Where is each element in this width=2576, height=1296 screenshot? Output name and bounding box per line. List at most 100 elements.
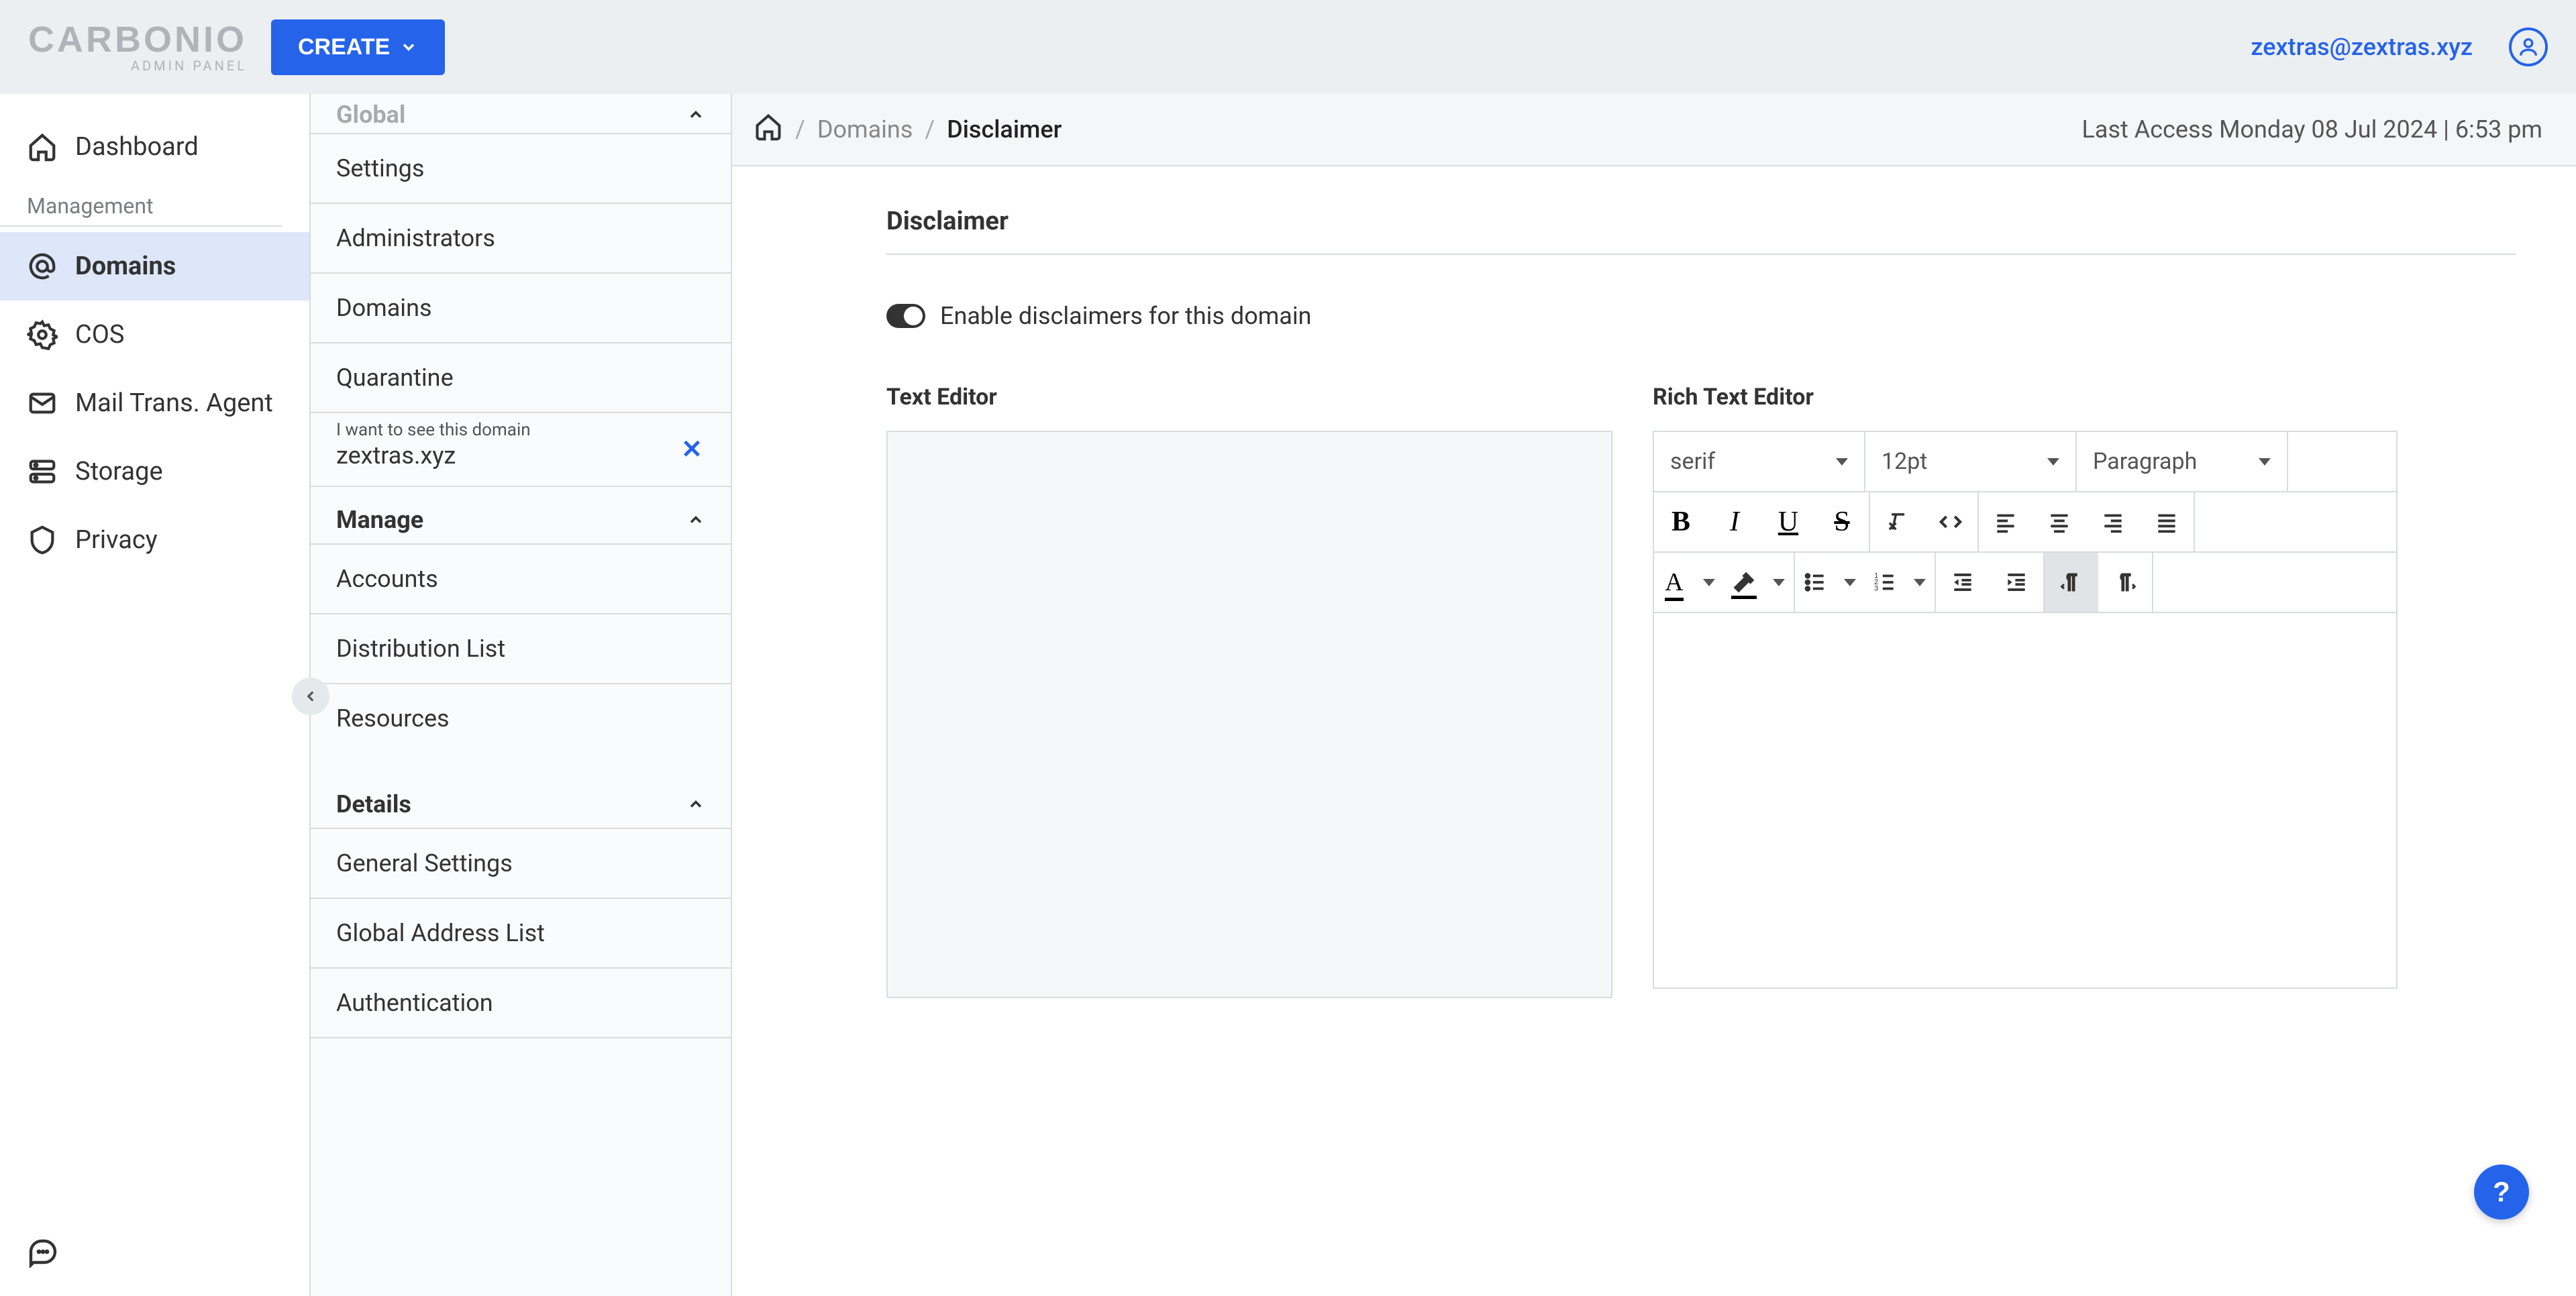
rte-group-inline: B I U S — [1654, 492, 1870, 551]
nav-label: COS — [75, 320, 124, 349]
nav-item-dashboard[interactable]: Dashboard — [0, 113, 309, 181]
rte-row-format: B I U S — [1654, 492, 2396, 553]
text-color-split: A — [1654, 553, 1724, 612]
breadcrumb-parent[interactable]: Domains — [817, 115, 913, 144]
strikethrough-button[interactable]: S — [1815, 492, 1869, 551]
gear-icon — [27, 319, 58, 350]
rte-group-color: A — [1654, 553, 1795, 612]
text-color-menu[interactable] — [1694, 553, 1724, 612]
bullet-list-icon — [1802, 570, 1828, 595]
nav-section-management: Management — [0, 181, 282, 227]
nav-item-cos[interactable]: COS — [0, 301, 309, 369]
code-button[interactable] — [1924, 492, 1977, 551]
outdent-icon — [1950, 570, 1975, 595]
rte-group-indent — [1936, 553, 2045, 612]
text-editor-input[interactable] — [886, 431, 1612, 998]
breadcrumb-home[interactable] — [754, 112, 783, 148]
user-avatar[interactable] — [2509, 28, 2548, 66]
align-left-button[interactable] — [1979, 492, 2032, 551]
subnav-item-gal[interactable]: Global Address List — [311, 899, 731, 969]
chevron-down-icon — [2259, 458, 2271, 466]
feedback-button[interactable] — [27, 1236, 59, 1268]
primary-nav: Dashboard Management Domains COS Mail Tr… — [0, 94, 311, 1296]
italic-button[interactable]: I — [1708, 492, 1761, 551]
number-list-menu[interactable] — [1905, 553, 1935, 612]
subnav-item-authentication[interactable]: Authentication — [311, 969, 731, 1038]
page-content: Disclaimer Enable disclaimers for this d… — [732, 166, 2576, 1296]
rte-group-direction — [2045, 553, 2153, 612]
bullet-list-split — [1795, 553, 1865, 612]
home-icon — [754, 112, 783, 142]
highlight-icon — [1731, 570, 1757, 595]
nav-item-storage[interactable]: Storage — [0, 437, 309, 506]
text-color-button[interactable]: A — [1654, 553, 1694, 612]
subnav-section-global[interactable]: Global — [311, 94, 731, 134]
subnav-item-accounts[interactable]: Accounts — [311, 545, 731, 614]
svg-text:3: 3 — [1874, 585, 1878, 593]
highlight-button[interactable] — [1724, 553, 1764, 612]
nav-item-mta[interactable]: Mail Trans. Agent — [0, 369, 309, 437]
subnav-item-domains[interactable]: Domains — [311, 274, 731, 343]
breadcrumb-current: Disclaimer — [947, 115, 1062, 144]
chevron-up-icon — [686, 510, 705, 529]
rich-editor-col: Rich Text Editor serif 12pt — [1653, 384, 2398, 998]
nav-label: Privacy — [75, 525, 158, 555]
domains-subnav[interactable]: Global Settings Administrators Domains Q… — [311, 94, 732, 1296]
nav-item-domains[interactable]: Domains — [0, 232, 309, 301]
subnav-item-settings[interactable]: Settings — [311, 134, 731, 204]
highlight-menu[interactable] — [1764, 553, 1794, 612]
user-email[interactable]: zextras@zextras.xyz — [2251, 33, 2473, 61]
editors-row: Text Editor Rich Text Editor serif — [886, 384, 2516, 998]
align-justify-button[interactable] — [2140, 492, 2194, 551]
domain-filter[interactable]: I want to see this domain zextras.xyz ✕ — [311, 413, 731, 487]
underline-button[interactable]: U — [1761, 492, 1815, 551]
highlight-color-split — [1724, 553, 1794, 612]
rich-text-input[interactable] — [1653, 613, 2398, 989]
help-icon: ? — [2493, 1176, 2510, 1208]
font-family-select[interactable]: serif — [1654, 432, 1865, 491]
chevron-down-icon — [1773, 579, 1785, 586]
nav-item-privacy[interactable]: Privacy — [0, 506, 309, 574]
align-center-button[interactable] — [2032, 492, 2086, 551]
clear-filter-button[interactable]: ✕ — [681, 435, 703, 465]
mail-icon — [27, 388, 58, 419]
ltr-icon — [2059, 570, 2084, 595]
enable-toggle-row: Enable disclaimers for this domain — [886, 302, 2516, 330]
number-list-button[interactable]: 123 — [1865, 553, 1905, 612]
indent-icon — [2004, 570, 2029, 595]
enable-disclaimers-toggle[interactable] — [886, 304, 925, 328]
brand-name: CARBONIO — [28, 21, 247, 58]
rtl-button[interactable] — [2098, 553, 2152, 612]
rte-group-lists: 123 — [1795, 553, 1936, 612]
subnav-section-manage[interactable]: Manage — [311, 487, 731, 545]
block-format-select[interactable]: Paragraph — [2077, 432, 2288, 491]
chevron-up-icon — [686, 795, 705, 814]
rich-editor-title: Rich Text Editor — [1653, 384, 2398, 411]
collapse-handle[interactable] — [292, 678, 329, 715]
outdent-button[interactable] — [1936, 553, 1990, 612]
chevron-down-icon — [1914, 579, 1926, 586]
chevron-down-icon — [1844, 579, 1856, 586]
indent-button[interactable] — [1990, 553, 2043, 612]
chevron-down-icon — [1703, 579, 1715, 586]
bullet-list-menu[interactable] — [1835, 553, 1865, 612]
text-color-icon: A — [1665, 568, 1683, 597]
bold-button[interactable]: B — [1654, 492, 1708, 551]
subnav-section-label: Manage — [336, 506, 423, 534]
ltr-button[interactable] — [2045, 553, 2098, 612]
bullet-list-button[interactable] — [1795, 553, 1835, 612]
rte-spacer — [2288, 432, 2396, 491]
align-right-button[interactable] — [2086, 492, 2140, 551]
chat-icon — [27, 1236, 59, 1268]
create-button[interactable]: CREATE — [271, 19, 445, 75]
subnav-item-quarantine[interactable]: Quarantine — [311, 343, 731, 413]
subnav-item-resources[interactable]: Resources — [311, 684, 731, 753]
rte-spacer — [2153, 553, 2396, 612]
help-fab[interactable]: ? — [2474, 1165, 2529, 1220]
subnav-item-general-settings[interactable]: General Settings — [311, 829, 731, 899]
subnav-section-details[interactable]: Details — [311, 771, 731, 829]
font-size-select[interactable]: 12pt — [1865, 432, 2077, 491]
subnav-item-administrators[interactable]: Administrators — [311, 204, 731, 274]
clear-format-button[interactable] — [1870, 492, 1924, 551]
subnav-item-distribution-list[interactable]: Distribution List — [311, 614, 731, 684]
